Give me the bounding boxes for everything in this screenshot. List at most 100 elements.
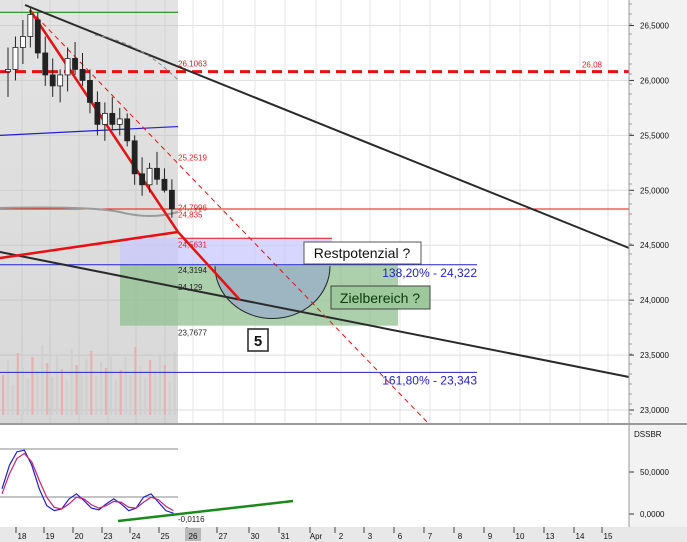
date-label: 26 [189, 532, 198, 541]
candle-body [139, 173, 146, 186]
volume-bar [153, 371, 157, 415]
candle-body [57, 74, 64, 87]
level-label: 26,1063 [178, 60, 207, 69]
candle-body [27, 14, 34, 37]
restpotenzial-label: Restpotenzial ? [314, 245, 411, 261]
candle-body [42, 52, 49, 76]
date-label: 2 [339, 532, 344, 541]
level-label: 25,2519 [178, 154, 207, 163]
volume-bar [95, 376, 98, 415]
candle-body [5, 69, 11, 73]
volume-bar [114, 380, 117, 415]
volume-bar [129, 375, 132, 415]
volume-bar [149, 360, 152, 415]
level-label: 24,835 [178, 210, 203, 219]
volume-bar [51, 377, 54, 415]
zielbereich-label: Zielbereich ? [340, 290, 420, 306]
date-label: Apr [310, 532, 323, 541]
volume-bar [41, 345, 44, 415]
volume-bar [90, 351, 93, 415]
wave-5-label: 5 [254, 333, 262, 350]
price-tick-label: 25,0000 [640, 186, 669, 195]
date-label: 7 [428, 532, 433, 541]
volume-bar [21, 367, 24, 415]
volume-bar [158, 355, 161, 415]
date-label: 6 [398, 532, 403, 541]
price-tick-label: 24,0000 [640, 296, 669, 305]
level-label: 23,7677 [178, 329, 207, 338]
date-label: 23 [104, 532, 113, 541]
fib-label-138: 138,20% - 24,322 [382, 266, 477, 280]
candle-body [131, 140, 138, 175]
date-label: 14 [576, 532, 585, 541]
volume-bar [109, 354, 112, 415]
candle-body [87, 80, 93, 103]
volume-bar [6, 360, 10, 415]
history-shade [0, 0, 178, 423]
volume-bar [85, 358, 88, 415]
date-label: 13 [546, 532, 555, 541]
date-label: 8 [458, 532, 463, 541]
date-label: 31 [281, 532, 290, 541]
candle-body [34, 19, 41, 54]
volume-bar [100, 362, 103, 415]
volume-bar [60, 369, 63, 415]
volume-bar [134, 347, 137, 415]
volume-bar [80, 373, 83, 415]
candle-body [168, 189, 175, 210]
chart: 26,106325,251924,799624,83524,563124,319… [0, 0, 687, 542]
date-label: 10 [516, 532, 525, 541]
volume-bar [104, 368, 108, 415]
fib-label-161: 161,80% - 23,343 [382, 373, 477, 387]
candle-body [12, 47, 19, 70]
candle-body [64, 58, 71, 76]
volume-bar [55, 355, 59, 415]
volume-bar [2, 375, 5, 415]
level-label: -0,0116 [178, 515, 205, 524]
candle-body [72, 58, 78, 70]
level-label: 24,3194 [178, 266, 207, 275]
volume-bar [65, 381, 68, 415]
date-label: 19 [46, 532, 55, 541]
volume-bar [168, 382, 171, 415]
date-label: 30 [251, 532, 260, 541]
volume-bar [46, 363, 49, 415]
candle-body [161, 178, 168, 191]
volume-bar [119, 370, 122, 415]
volume-bar [144, 378, 147, 415]
price-tick-label: 26,5000 [640, 21, 669, 30]
candle-body [101, 112, 108, 125]
date-label: 27 [219, 532, 228, 541]
volume-bar [139, 366, 142, 415]
volume-bar [26, 379, 29, 415]
candle-body [19, 36, 26, 48]
price-tick-label: 26,0000 [640, 76, 669, 85]
oscillator-panel [0, 425, 629, 527]
candle-body [154, 167, 160, 180]
price-tick-label: 23,5000 [640, 351, 669, 360]
candle-body [94, 101, 101, 125]
date-label: 18 [18, 532, 27, 541]
candle-body [109, 112, 116, 125]
date-label: 20 [75, 532, 84, 541]
date-label: 24 [132, 532, 141, 541]
volume-bar [70, 349, 73, 415]
candle-body [49, 74, 56, 87]
date-label: 3 [368, 532, 373, 541]
price-tick-label: 23,0000 [640, 406, 669, 415]
oscillator-name: DSSBR [634, 430, 662, 439]
price-tick-label: 24,5000 [640, 241, 669, 250]
level-label: 24,5631 [178, 240, 207, 249]
volume-bar [173, 352, 176, 415]
candle-body [116, 118, 123, 125]
volume-bar [31, 357, 34, 415]
level-label: 24,129 [178, 283, 203, 292]
oscillator-tick-label: 0,0000 [640, 510, 665, 519]
volume-bar [36, 371, 39, 415]
volume-bar [124, 357, 127, 415]
date-label: 9 [488, 532, 493, 541]
candle-body [146, 167, 153, 186]
candle-body [79, 69, 86, 81]
date-label: 15 [604, 532, 613, 541]
restpotenzial-zone [120, 238, 332, 266]
